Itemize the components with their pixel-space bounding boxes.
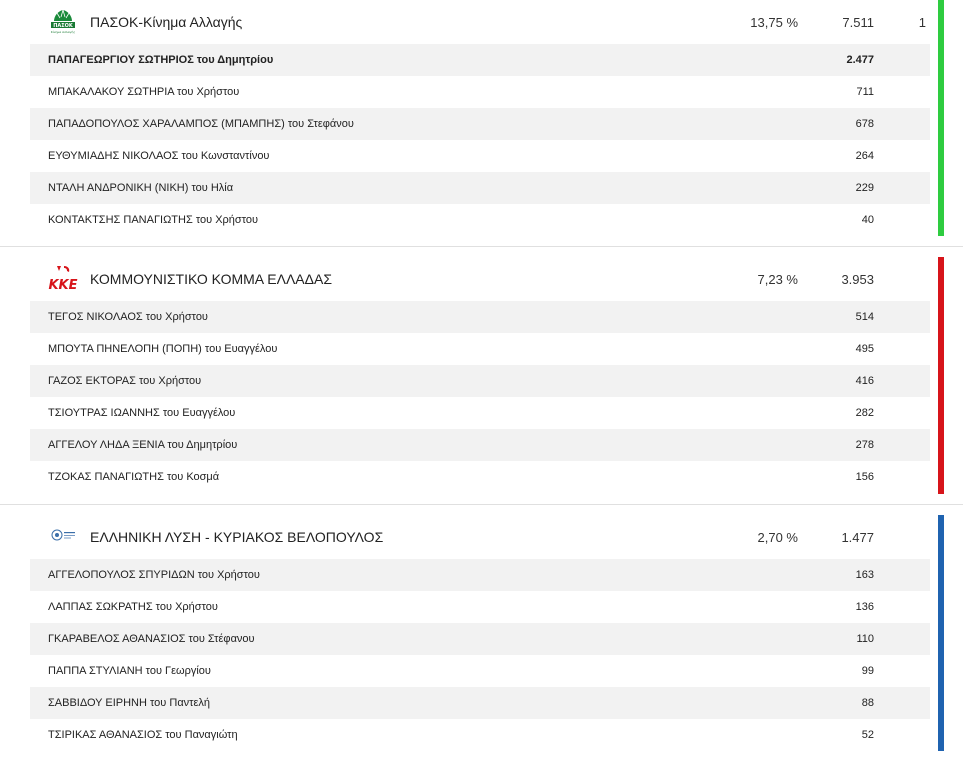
party-block-elliniki-lysi: ΕΛΛΗΝΙΚΗ ΛΥΣΗ - ΚΥΡΙΑΚΟΣ ΒΕΛΟΠΟΥΛΟΣ 2,70…: [0, 515, 963, 757]
candidate-votes: 264: [855, 150, 874, 162]
candidate-name: ΤΕΓΟΣ ΝΙΚΟΛΑΟΣ του Χρήστου: [48, 311, 208, 323]
candidate-name: ΠΑΠΑΔΟΠΟΥΛΟΣ ΧΑΡΑΛΑΜΠΟΣ (ΜΠΑΜΠΗΣ) του Στ…: [48, 118, 354, 130]
candidate-votes: 416: [855, 375, 874, 387]
candidate-list: ΑΓΓΕΛΟΠΟΥΛΟΣ ΣΠΥΡΙΔΩΝ του Χρήστου 163 ΛΑ…: [30, 559, 930, 751]
candidate-row[interactable]: ΜΠΟΥΤΑ ΠΗΝΕΛΟΠΗ (ΠΟΠΗ) του Ευαγγέλου 495: [30, 333, 930, 365]
candidate-name: ΓΚΑΡΑΒΕΛΟΣ ΑΘΑΝΑΣΙΟΣ του Στέφανου: [48, 633, 255, 645]
candidate-name: ΕΥΘΥΜΙΑΔΗΣ ΝΙΚΟΛΑΟΣ του Κωνσταντίνου: [48, 150, 270, 162]
candidate-row[interactable]: ΠΑΠΠΑ ΣΤΥΛΙΑΝΗ του Γεωργίου 99: [30, 655, 930, 687]
candidate-row[interactable]: ΤΖΟΚΑΣ ΠΑΝΑΓΙΩΤΗΣ του Κοσμά 156: [30, 461, 930, 493]
candidate-votes: 52: [861, 729, 874, 741]
candidate-name: ΤΣΙΟΥΤΡΑΣ ΙΩΑΝΝΗΣ του Ευαγγέλου: [48, 407, 236, 419]
party-seats: 1: [918, 15, 926, 30]
candidate-votes: 678: [855, 118, 874, 130]
party-header[interactable]: ΚΚΕ ΚΟΜΜΟΥΝΙΣΤΙΚΟ ΚΟΜΜΑ ΕΛΛΑΔΑΣ 7,23 % 3…: [0, 257, 930, 303]
candidate-votes: 156: [855, 471, 874, 483]
candidate-name: ΑΓΓΕΛΟΥ ΛΗΔΑ ΞΕΝΙΑ του Δημητρίου: [48, 439, 238, 451]
candidate-name: ΠΑΠΠΑ ΣΤΥΛΙΑΝΗ του Γεωργίου: [48, 665, 211, 677]
candidate-name: ΚΟΝΤΑΚΤΣΗΣ ΠΑΝΑΓΙΩΤΗΣ του Χρήστου: [48, 214, 259, 226]
party-percentage: 7,23 %: [757, 272, 798, 287]
party-percentage: 2,70 %: [757, 530, 798, 545]
candidate-row[interactable]: ΓΚΑΡΑΒΕΛΟΣ ΑΘΑΝΑΣΙΟΣ του Στέφανου 110: [30, 623, 930, 655]
section-divider: [0, 246, 963, 247]
party-block-kke: ΚΚΕ ΚΟΜΜΟΥΝΙΣΤΙΚΟ ΚΟΜΜΑ ΕΛΛΑΔΑΣ 7,23 % 3…: [0, 257, 963, 504]
candidate-name: ΣΑΒΒΙΔΟΥ ΕΙΡΗΝΗ του Παντελή: [48, 697, 211, 709]
candidate-votes: 278: [855, 439, 874, 451]
pasok-logo-icon: ΠΑΣΟΚ Κίνημα Αλλαγής: [51, 9, 76, 34]
kke-logo-icon: ΚΚΕ: [48, 266, 78, 292]
candidate-row[interactable]: ΓΑΖΟΣ ΕΚΤΟΡΑΣ του Χρήστου 416: [30, 365, 930, 397]
candidate-row[interactable]: ΑΓΓΕΛΟΥ ΛΗΔΑ ΞΕΝΙΑ του Δημητρίου 278: [30, 429, 930, 461]
party-name: ΚΟΜΜΟΥΝΙΣΤΙΚΟ ΚΟΜΜΑ ΕΛΛΑΔΑΣ: [90, 271, 332, 287]
candidate-name: ΓΑΖΟΣ ΕΚΤΟΡΑΣ του Χρήστου: [48, 375, 202, 387]
candidate-votes: 110: [856, 633, 874, 645]
candidate-row[interactable]: ΑΓΓΕΛΟΠΟΥΛΟΣ ΣΠΥΡΙΔΩΝ του Χρήστου 163: [30, 559, 930, 591]
candidate-row[interactable]: ΜΠΑΚΑΛΑΚΟΥ ΣΩΤΗΡΙΑ του Χρήστου 711: [30, 76, 930, 108]
candidate-votes: 99: [861, 665, 874, 677]
candidate-votes: 163: [855, 569, 874, 581]
candidate-row[interactable]: ΝΤΑΛΗ ΑΝΔΡΟΝΙΚΗ (ΝΙΚΗ) του Ηλία 229: [30, 172, 930, 204]
candidate-name: ΛΑΠΠΑΣ ΣΩΚΡΑΤΗΣ του Χρήστου: [48, 601, 218, 613]
candidate-votes: 495: [855, 343, 874, 355]
candidate-name: ΤΖΟΚΑΣ ΠΑΝΑΓΙΩΤΗΣ του Κοσμά: [48, 471, 220, 483]
candidate-name: ΑΓΓΕΛΟΠΟΥΛΟΣ ΣΠΥΡΙΔΩΝ του Χρήστου: [48, 569, 260, 581]
party-name: ΠΑΣΟΚ-Κίνημα Αλλαγής: [90, 14, 243, 30]
candidate-votes: 514: [855, 311, 874, 323]
candidate-name: ΜΠΑΚΑΛΑΚΟΥ ΣΩΤΗΡΙΑ του Χρήστου: [48, 86, 240, 98]
candidate-votes: 2.477: [846, 54, 874, 66]
candidate-row[interactable]: ΤΕΓΟΣ ΝΙΚΟΛΑΟΣ του Χρήστου 514: [30, 301, 930, 333]
candidate-votes: 88: [861, 697, 874, 709]
candidate-votes: 136: [855, 601, 874, 613]
candidate-row[interactable]: ΕΥΘΥΜΙΑΔΗΣ ΝΙΚΟΛΑΟΣ του Κωνσταντίνου 264: [30, 140, 930, 172]
candidate-name: ΝΤΑΛΗ ΑΝΔΡΟΝΙΚΗ (ΝΙΚΗ) του Ηλία: [48, 182, 234, 194]
party-percentage: 13,75 %: [750, 15, 798, 30]
pasok-logo-subtext: Κίνημα Αλλαγής: [51, 30, 76, 34]
candidate-row[interactable]: ΤΣΙΡΙΚΑΣ ΑΘΑΝΑΣΙΟΣ του Παναγιώτη 52: [30, 719, 930, 751]
party-color-bar: [938, 257, 944, 494]
pasok-logo-text: ΠΑΣΟΚ: [53, 23, 74, 29]
party-color-bar: [938, 515, 944, 751]
candidate-votes: 282: [855, 407, 874, 419]
section-divider: [0, 504, 963, 505]
candidate-name: ΠΑΠΑΓΕΩΡΓΙΟΥ ΣΩΤΗΡΙΟΣ του Δημητρίου: [48, 54, 274, 66]
party-color-bar: [938, 0, 944, 236]
kke-logo-text: ΚΚΕ: [48, 278, 77, 292]
party-votes: 7.511: [842, 15, 874, 30]
elliniki-lysi-logo-icon: [51, 529, 75, 541]
results-page: ΠΑΣΟΚ Κίνημα Αλλαγής ΠΑΣΟΚ-Κίνημα Αλλαγή…: [0, 0, 963, 757]
candidate-list: ΤΕΓΟΣ ΝΙΚΟΛΑΟΣ του Χρήστου 514 ΜΠΟΥΤΑ ΠΗ…: [30, 301, 930, 493]
candidate-votes: 229: [855, 182, 874, 194]
candidate-votes: 711: [856, 86, 874, 98]
candidate-row[interactable]: ΤΣΙΟΥΤΡΑΣ ΙΩΑΝΝΗΣ του Ευαγγέλου 282: [30, 397, 930, 429]
candidate-votes: 40: [861, 214, 874, 226]
candidate-name: ΤΣΙΡΙΚΑΣ ΑΘΑΝΑΣΙΟΣ του Παναγιώτη: [48, 729, 238, 741]
party-header[interactable]: ΕΛΛΗΝΙΚΗ ΛΥΣΗ - ΚΥΡΙΑΚΟΣ ΒΕΛΟΠΟΥΛΟΣ 2,70…: [0, 515, 930, 561]
party-votes: 1.477: [841, 530, 874, 545]
party-block-pasok: ΠΑΣΟΚ Κίνημα Αλλαγής ΠΑΣΟΚ-Κίνημα Αλλαγή…: [0, 0, 963, 246]
candidate-row[interactable]: ΛΑΠΠΑΣ ΣΩΚΡΑΤΗΣ του Χρήστου 136: [30, 591, 930, 623]
candidate-row[interactable]: ΠΑΠΑΓΕΩΡΓΙΟΥ ΣΩΤΗΡΙΟΣ του Δημητρίου 2.47…: [30, 44, 930, 76]
candidate-list: ΠΑΠΑΓΕΩΡΓΙΟΥ ΣΩΤΗΡΙΟΣ του Δημητρίου 2.47…: [30, 44, 930, 236]
party-header[interactable]: ΠΑΣΟΚ Κίνημα Αλλαγής ΠΑΣΟΚ-Κίνημα Αλλαγή…: [0, 0, 930, 46]
candidate-row[interactable]: ΚΟΝΤΑΚΤΣΗΣ ΠΑΝΑΓΙΩΤΗΣ του Χρήστου 40: [30, 204, 930, 236]
candidate-row[interactable]: ΠΑΠΑΔΟΠΟΥΛΟΣ ΧΑΡΑΛΑΜΠΟΣ (ΜΠΑΜΠΗΣ) του Στ…: [30, 108, 930, 140]
party-votes: 3.953: [841, 272, 874, 287]
candidate-row[interactable]: ΣΑΒΒΙΔΟΥ ΕΙΡΗΝΗ του Παντελή 88: [30, 687, 930, 719]
party-name: ΕΛΛΗΝΙΚΗ ΛΥΣΗ - ΚΥΡΙΑΚΟΣ ΒΕΛΟΠΟΥΛΟΣ: [90, 529, 384, 545]
candidate-name: ΜΠΟΥΤΑ ΠΗΝΕΛΟΠΗ (ΠΟΠΗ) του Ευαγγέλου: [48, 343, 278, 355]
